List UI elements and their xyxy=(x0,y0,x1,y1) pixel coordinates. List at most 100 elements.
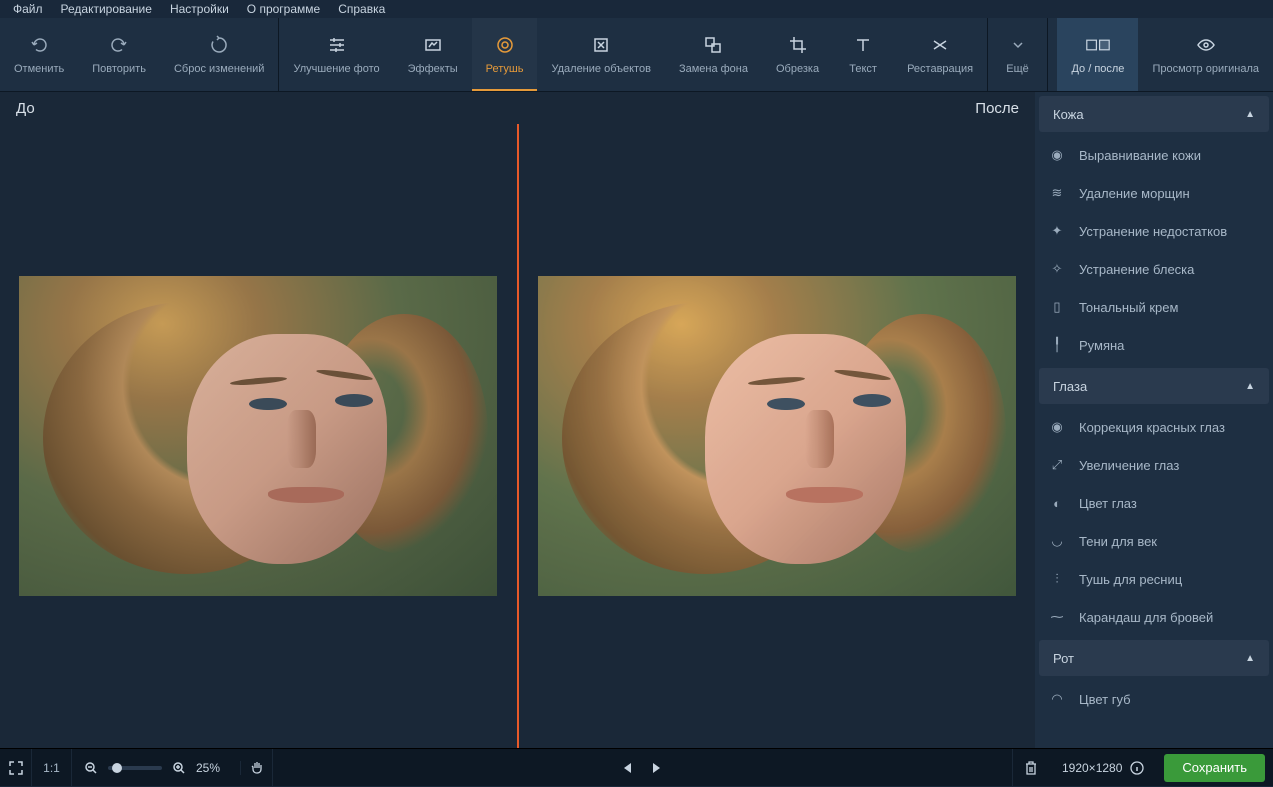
text-icon xyxy=(851,33,875,57)
canvas-area: До После xyxy=(0,92,1035,748)
zoom-in-button[interactable] xyxy=(172,761,186,775)
info-icon[interactable] xyxy=(1130,761,1144,775)
save-button[interactable]: Сохранить xyxy=(1164,754,1265,782)
menu-help[interactable]: Справка xyxy=(330,0,393,18)
tool-eye-enlarge[interactable]: ⤢Увеличение глаз xyxy=(1035,446,1273,484)
before-after-header: До После xyxy=(0,92,1035,124)
menu-file[interactable]: Файл xyxy=(5,0,51,18)
undo-icon xyxy=(27,33,51,57)
tool-blush[interactable]: ╿Румяна xyxy=(1035,326,1273,364)
tool-skin-smoothing[interactable]: ◉Выравнивание кожи xyxy=(1035,136,1273,174)
smooth-icon: ◉ xyxy=(1049,147,1065,163)
crop-button[interactable]: Обрезка xyxy=(762,18,833,91)
redo-icon xyxy=(107,33,131,57)
tool-shine-removal[interactable]: ✧Устранение блеска xyxy=(1035,250,1273,288)
tool-eye-color[interactable]: ◐Цвет глаз xyxy=(1035,484,1273,522)
eyeshadow-icon: ◡ xyxy=(1049,533,1065,549)
text-button[interactable]: Текст xyxy=(833,18,893,91)
restore-button[interactable]: Реставрация xyxy=(893,18,987,91)
enlarge-icon: ⤢ xyxy=(1049,457,1065,473)
section-mouth-label: Рот xyxy=(1053,651,1074,666)
dimensions: 1920×1280 xyxy=(1050,761,1156,775)
menubar: Файл Редактирование Настройки О программ… xyxy=(0,0,1273,18)
more-label: Ещё xyxy=(1006,63,1029,76)
lips-icon: ◠ xyxy=(1049,691,1065,707)
reset-button[interactable]: Сброс изменений xyxy=(160,18,278,91)
section-skin[interactable]: Кожа ▲ xyxy=(1039,96,1269,132)
before-panel[interactable] xyxy=(0,124,517,748)
zoom-out-button[interactable] xyxy=(84,761,98,775)
after-panel[interactable] xyxy=(519,124,1036,748)
fit-button[interactable]: 1:1 xyxy=(32,749,72,787)
tool-eyeshadow[interactable]: ◡Тени для век xyxy=(1035,522,1273,560)
eyebrow-icon: ⁓ xyxy=(1049,609,1065,625)
tool-wrinkle-removal[interactable]: ≋Удаление морщин xyxy=(1035,174,1273,212)
tool-foundation[interactable]: ▯Тональный крем xyxy=(1035,288,1273,326)
section-eyes[interactable]: Глаза ▲ xyxy=(1039,368,1269,404)
menu-edit[interactable]: Редактирование xyxy=(53,0,160,18)
mascara-icon: ⫶ xyxy=(1049,571,1065,587)
chevron-up-icon: ▲ xyxy=(1245,109,1255,120)
reset-label: Сброс изменений xyxy=(174,63,264,76)
effects-icon xyxy=(421,33,445,57)
zoom-slider[interactable] xyxy=(108,766,162,770)
bg-label: Замена фона xyxy=(679,63,748,76)
blemish-icon: ✦ xyxy=(1049,223,1065,239)
crop-label: Обрезка xyxy=(776,63,819,76)
zoom-percent: 25% xyxy=(196,761,228,775)
tool-red-eye[interactable]: ◉Коррекция красных глаз xyxy=(1035,408,1273,446)
before-label: До xyxy=(16,100,35,117)
chevron-down-icon xyxy=(1006,33,1030,57)
retouch-sidebar: Кожа ▲ ◉Выравнивание кожи ≋Удаление морщ… xyxy=(1035,92,1273,748)
section-skin-label: Кожа xyxy=(1053,107,1084,122)
erase-button[interactable]: Удаление объектов xyxy=(537,18,664,91)
eye-color-icon: ◐ xyxy=(1049,495,1065,511)
orig-label: Просмотр оригинала xyxy=(1152,63,1259,76)
menu-settings[interactable]: Настройки xyxy=(162,0,237,18)
tool-mascara[interactable]: ⫶Тушь для ресниц xyxy=(1035,560,1273,598)
zoom-controls: 25% xyxy=(72,761,241,775)
bg-icon xyxy=(701,33,725,57)
undo-label: Отменить xyxy=(14,63,64,76)
eye-icon xyxy=(1194,33,1218,57)
wrinkle-icon: ≋ xyxy=(1049,185,1065,201)
after-label: После xyxy=(975,100,1019,117)
content: До После Кожа ▲ xyxy=(0,92,1273,748)
more-button[interactable]: Ещё xyxy=(988,18,1048,91)
restore-label: Реставрация xyxy=(907,63,973,76)
redeye-icon: ◉ xyxy=(1049,419,1065,435)
chevron-up-icon: ▲ xyxy=(1245,381,1255,392)
effects-button[interactable]: Эффекты xyxy=(394,18,472,91)
enhance-button[interactable]: Улучшение фото xyxy=(279,18,393,91)
view-original-button[interactable]: Просмотр оригинала xyxy=(1138,18,1273,91)
bg-button[interactable]: Замена фона xyxy=(665,18,762,91)
redo-label: Повторить xyxy=(92,63,146,76)
delete-button[interactable] xyxy=(1012,749,1050,787)
tool-blemish-removal[interactable]: ✦Устранение недостатков xyxy=(1035,212,1273,250)
dimensions-value: 1920×1280 xyxy=(1062,761,1122,775)
restore-icon xyxy=(928,33,952,57)
tool-eyebrow-pencil[interactable]: ⁓Карандаш для бровей xyxy=(1035,598,1273,636)
blush-icon: ╿ xyxy=(1049,337,1065,353)
section-mouth[interactable]: Рот ▲ xyxy=(1039,640,1269,676)
redo-button[interactable]: Повторить xyxy=(78,18,160,91)
reset-icon xyxy=(207,33,231,57)
undo-button[interactable]: Отменить xyxy=(0,18,78,91)
menu-about[interactable]: О программе xyxy=(239,0,328,18)
next-button[interactable] xyxy=(651,761,663,775)
toolbar: Отменить Повторить Сброс изменений Улучш… xyxy=(0,18,1273,92)
erase-label: Удаление объектов xyxy=(551,63,650,76)
retouch-button[interactable]: Ретушь xyxy=(472,18,538,91)
effects-label: Эффекты xyxy=(408,63,458,76)
tool-lip-color[interactable]: ◠Цвет губ xyxy=(1035,680,1273,718)
before-after-button[interactable]: До / после xyxy=(1057,18,1138,91)
ba-label: До / после xyxy=(1071,63,1124,76)
before-image xyxy=(19,276,497,596)
after-image xyxy=(538,276,1016,596)
shine-icon: ✧ xyxy=(1049,261,1065,277)
statusbar: 1:1 25% 1920×1280 Сохранить xyxy=(0,748,1273,786)
fullscreen-button[interactable] xyxy=(0,749,32,787)
prev-button[interactable] xyxy=(621,761,633,775)
pan-button[interactable] xyxy=(241,749,273,787)
text-label: Текст xyxy=(849,63,877,76)
